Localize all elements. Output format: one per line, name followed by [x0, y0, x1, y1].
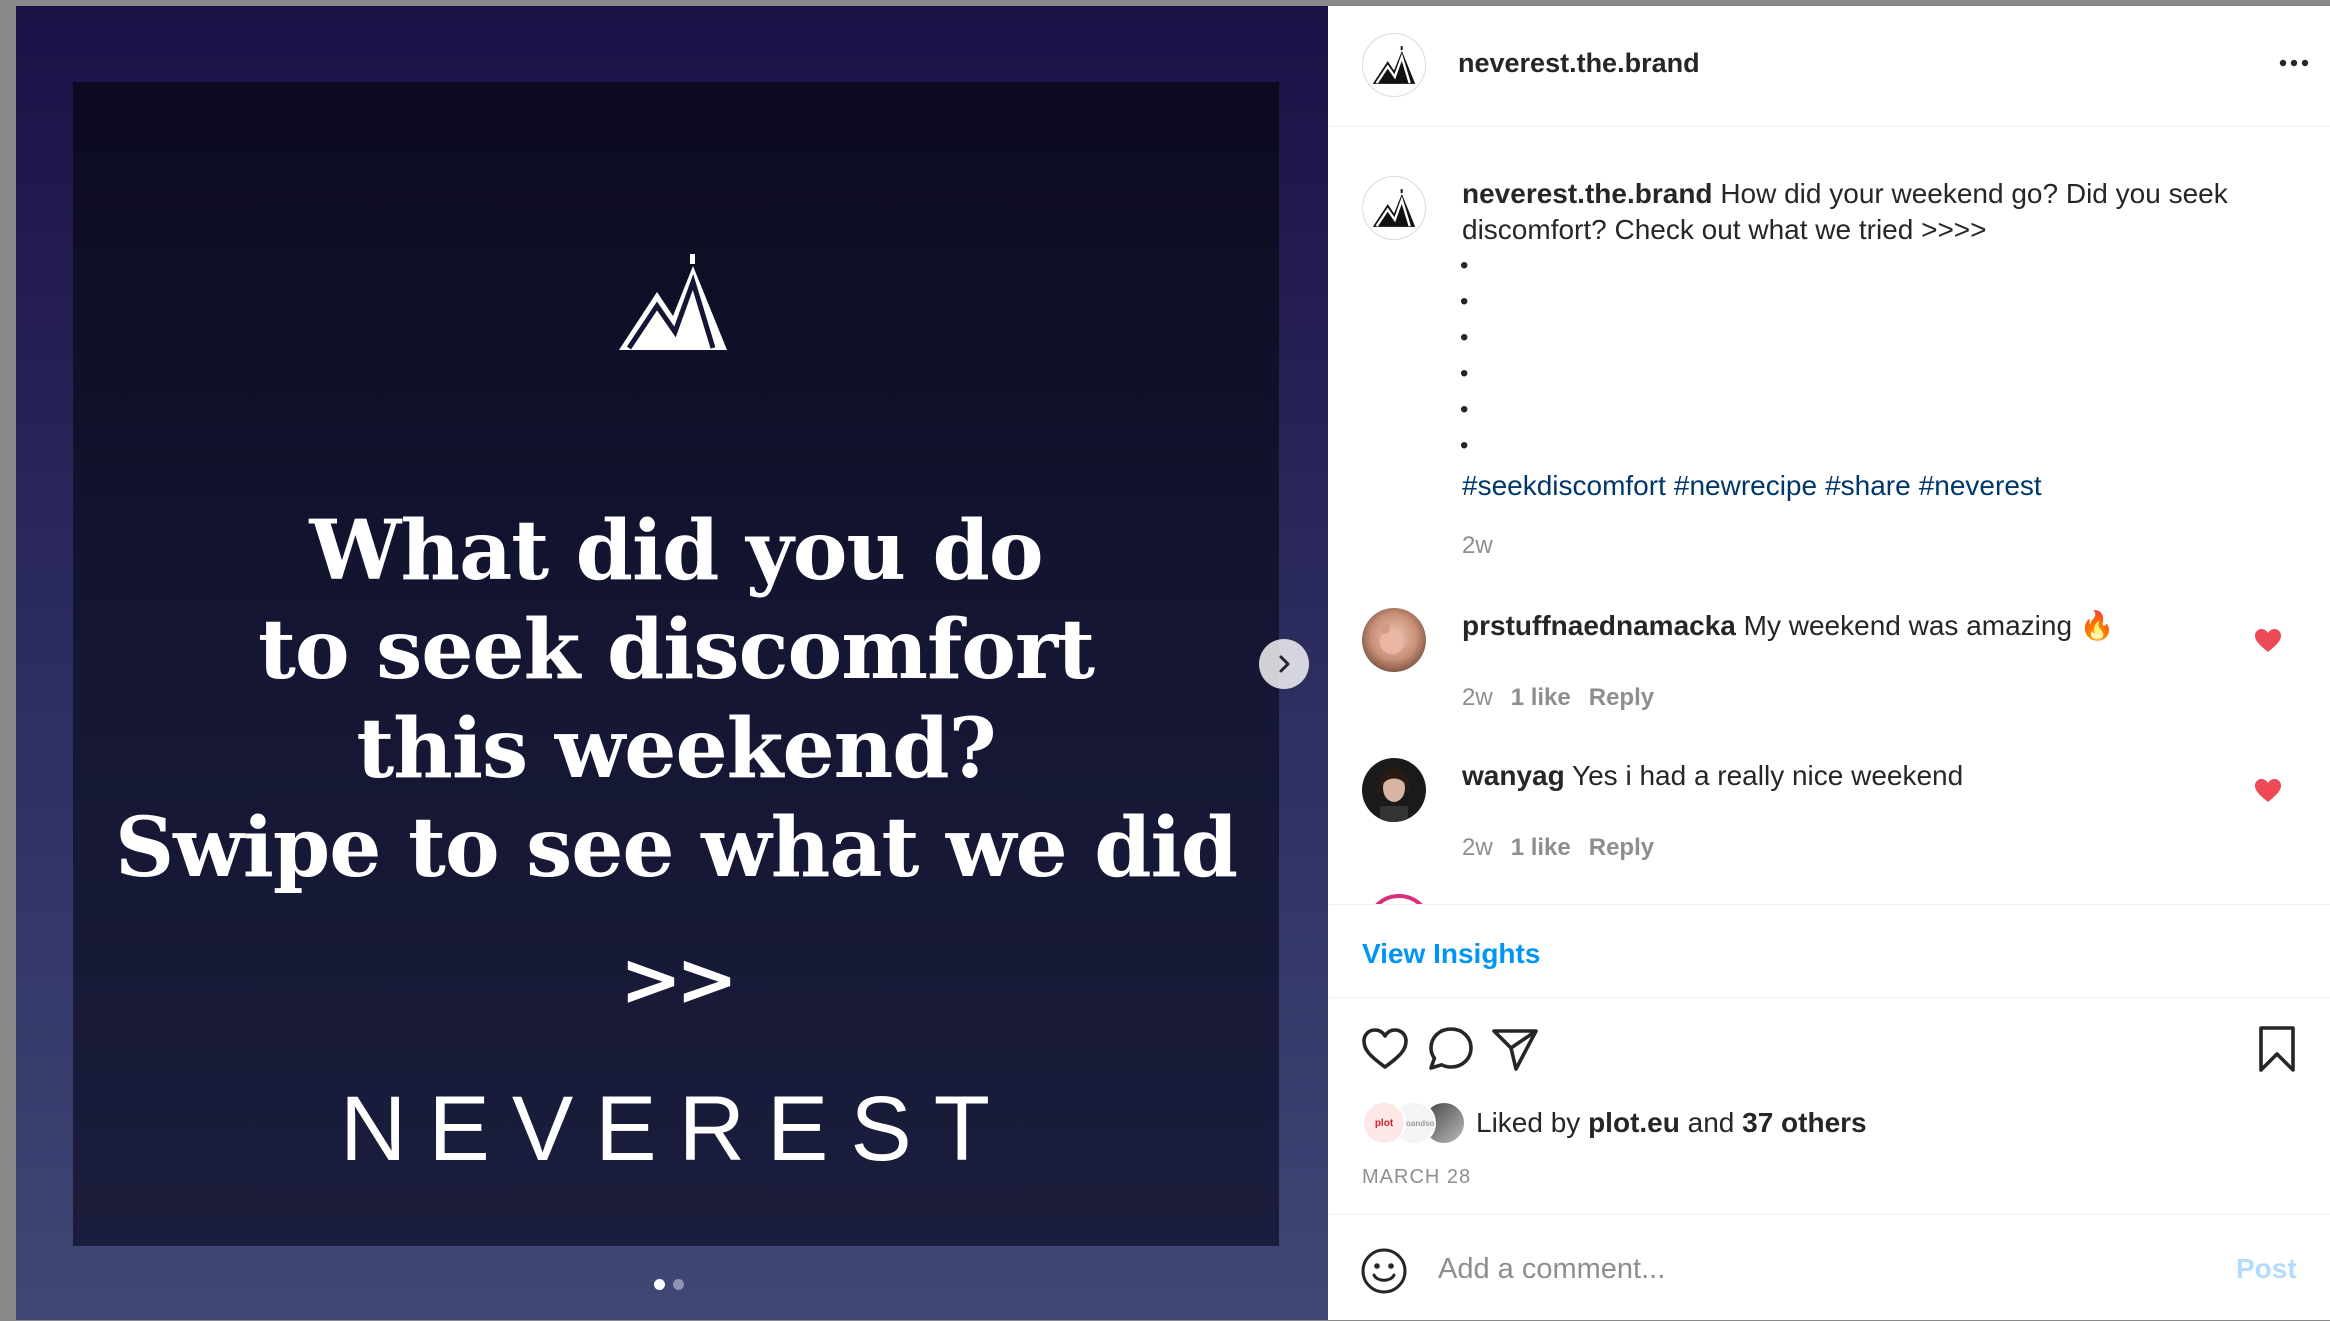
- comment-text: prstuffnaednamacka My weekend was amazin…: [1462, 608, 2115, 644]
- commenter-avatar[interactable]: [1362, 608, 1426, 672]
- caption-avatar[interactable]: [1362, 176, 1426, 240]
- hashtag-link[interactable]: #share: [1825, 470, 1911, 501]
- caption-username[interactable]: neverest.the.brand: [1462, 178, 1713, 209]
- carousel-dot: [673, 1279, 684, 1290]
- reply-button[interactable]: Reply: [1589, 834, 1654, 861]
- comment-text: wanyag Yes i had a really nice weekend: [1462, 758, 1963, 794]
- caption-bullet: •: [1460, 396, 1469, 423]
- bookmark-icon[interactable]: [2252, 1024, 2302, 1074]
- headline-line: to seek discomfort: [257, 602, 1095, 698]
- mountain-logo-icon: [1372, 189, 1416, 227]
- heart-icon[interactable]: [1360, 1024, 1410, 1074]
- comment-icon[interactable]: [1426, 1024, 1476, 1074]
- comment-meta: 2w 1 like Reply: [1462, 684, 1672, 712]
- comment-time[interactable]: 2w: [1462, 684, 1493, 711]
- mountain-logo-icon: [1372, 46, 1416, 84]
- emoji-icon[interactable]: [1360, 1247, 1408, 1295]
- comment-likes[interactable]: 1 like: [1511, 684, 1571, 711]
- comment-liked-heart-icon[interactable]: [2254, 778, 2282, 804]
- add-comment-bar: Post: [1328, 1214, 2330, 1321]
- slide-brand-word: NEVEREST: [340, 1078, 1012, 1180]
- post-slide-image: What did you do to seek discomfort this …: [73, 82, 1279, 1246]
- caption-bullet: •: [1460, 252, 1469, 279]
- post-side-panel: neverest.the.brand neverest.the.brand Ho…: [1328, 6, 2330, 1320]
- liker-username[interactable]: plot.eu: [1588, 1107, 1680, 1138]
- likes-conjunction: and: [1687, 1107, 1735, 1138]
- comment-body: Yes i had a really nice weekend: [1571, 760, 1964, 791]
- caption-timestamp[interactable]: 2w: [1462, 532, 1493, 560]
- next-slide-button[interactable]: [1259, 639, 1309, 689]
- carousel-dot-active: [654, 1279, 665, 1290]
- comment-liked-heart-icon[interactable]: [2254, 628, 2282, 654]
- caption-hashtags: #seekdiscomfort #newrecipe #share #neverest: [1462, 468, 2050, 504]
- post-comment-button[interactable]: Post: [2236, 1253, 2297, 1285]
- headline-line: this weekend?: [356, 701, 996, 797]
- share-icon[interactable]: [1490, 1024, 1540, 1074]
- liker-avatar[interactable]: plot: [1362, 1101, 1406, 1145]
- likes-others-link[interactable]: 37 others: [1742, 1107, 1867, 1138]
- commenter-avatar[interactable]: [1362, 758, 1426, 822]
- profile-photo: [1362, 608, 1426, 672]
- comment-username[interactable]: wanyag: [1462, 760, 1565, 791]
- post-actions: [1328, 1006, 2330, 1096]
- carousel-indicator: [654, 1279, 684, 1290]
- profile-photo: [1362, 758, 1426, 822]
- likes-prefix: Liked by: [1476, 1107, 1581, 1138]
- comment-input[interactable]: [1438, 1243, 2178, 1295]
- mountain-logo-icon: [619, 254, 727, 350]
- caption-bullet: •: [1460, 360, 1469, 387]
- reply-button[interactable]: Reply: [1589, 684, 1654, 711]
- slide-chevrons: >>: [619, 937, 738, 1023]
- comment-meta: 2w 1 like Reply: [1462, 834, 1672, 862]
- author-avatar[interactable]: [1362, 33, 1426, 97]
- headline-line: Swipe to see what we did: [114, 800, 1238, 896]
- post-media: What did you do to seek discomfort this …: [16, 6, 1328, 1320]
- comment-likes[interactable]: 1 like: [1511, 834, 1571, 861]
- headline-line: What did you do: [309, 503, 1043, 599]
- comment-body: My weekend was amazing 🔥: [1743, 610, 2115, 641]
- post-header: neverest.the.brand: [1328, 6, 2330, 127]
- comment-username[interactable]: prstuffnaednamacka: [1462, 610, 1736, 641]
- author-username[interactable]: neverest.the.brand: [1458, 48, 1700, 79]
- chevron-right-icon: [1279, 655, 1290, 673]
- insights-bar: View Insights: [1328, 904, 2330, 998]
- likes-summary: plot Heloandso Liked by plot.eu and 37 o…: [1362, 1100, 1867, 1146]
- caption-bullet: •: [1460, 324, 1469, 351]
- comment-time[interactable]: 2w: [1462, 834, 1493, 861]
- more-options-icon[interactable]: [2274, 48, 2314, 78]
- caption-text: neverest.the.brand How did your weekend …: [1462, 176, 2292, 248]
- view-insights-link[interactable]: View Insights: [1362, 938, 1540, 970]
- caption-bullet: •: [1460, 432, 1469, 459]
- hashtag-link[interactable]: #seekdiscomfort: [1462, 470, 1666, 501]
- hashtag-link[interactable]: #newrecipe: [1674, 470, 1817, 501]
- slide-headline: What did you do to seek discomfort this …: [73, 502, 1279, 898]
- hashtag-link[interactable]: #neverest: [1919, 470, 2042, 501]
- caption-bullet: •: [1460, 288, 1469, 315]
- likes-text: Liked by plot.eu and 37 others: [1476, 1107, 1867, 1139]
- post-date[interactable]: MARCH 28: [1362, 1166, 1471, 1189]
